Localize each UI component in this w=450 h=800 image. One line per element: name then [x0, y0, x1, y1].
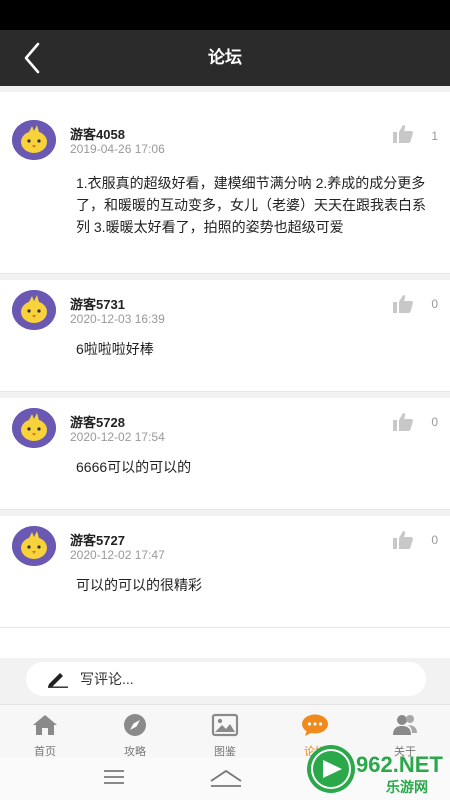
pencil-icon [48, 673, 68, 688]
top-nav-bar: 论坛 [0, 30, 450, 86]
like-button[interactable] [392, 412, 414, 432]
post-time: 2020-12-02 17:54 [70, 430, 165, 444]
post-content: 6啦啦啦好棒 [76, 341, 154, 357]
like-count: 0 [431, 415, 438, 429]
post-username[interactable]: 游客5731 [70, 294, 125, 313]
thumbs-up-icon [393, 125, 413, 143]
avatar [12, 120, 56, 160]
thumbs-up-icon [393, 531, 413, 549]
thumbs-up-icon [393, 413, 413, 431]
post-content: 6666可以的可以的 [76, 459, 192, 475]
comment-placeholder: 写评论... [80, 671, 134, 687]
tab-label: 攻略 [124, 746, 146, 758]
compass-icon [124, 714, 146, 736]
home-button-icon[interactable] [208, 768, 244, 788]
tab-label: 图鉴 [214, 746, 236, 758]
avatar [12, 526, 56, 566]
avatar [12, 290, 56, 330]
tab-gallery[interactable]: 图鉴 [180, 705, 270, 758]
forum-post: 游客4058 2019-04-26 17:06 1 1.衣服真的超级好看，建模细… [0, 92, 450, 274]
post-username[interactable]: 游客5728 [70, 412, 125, 431]
menu-icon[interactable] [102, 768, 126, 786]
like-count: 1 [431, 129, 438, 143]
comment-bar: 写评论... [0, 658, 450, 704]
chick-avatar-icon [12, 408, 56, 448]
post-username[interactable]: 游客5727 [70, 530, 125, 549]
status-bar [0, 0, 450, 30]
like-button[interactable] [392, 124, 414, 144]
chick-avatar-icon [12, 120, 56, 160]
forum-post: 游客5731 2020-12-03 16:39 0 6啦啦啦好棒 [0, 280, 450, 392]
tab-guide[interactable]: 攻略 [90, 705, 180, 758]
like-button[interactable] [392, 294, 414, 314]
like-button[interactable] [392, 530, 414, 550]
tab-label: 首页 [34, 746, 56, 758]
page-title: 论坛 [208, 48, 242, 67]
post-time: 2020-12-02 17:47 [70, 548, 165, 562]
post-content: 可以的可以的很精彩 [76, 577, 202, 593]
image-icon [211, 713, 239, 737]
thumbs-up-icon [393, 295, 413, 313]
forum-post: 游客5728 2020-12-02 17:54 0 6666可以的可以的 [0, 398, 450, 510]
forum-feed[interactable]: 游客4058 2019-04-26 17:06 1 1.衣服真的超级好看，建模细… [0, 86, 450, 658]
watermark: 962.NET 乐游网 [300, 738, 450, 800]
post-time: 2019-04-26 17:06 [70, 142, 165, 156]
forum-post: 游客5727 2020-12-02 17:47 0 可以的可以的很精彩 [0, 516, 450, 628]
watermark-subtext: 乐游网 [386, 779, 428, 796]
watermark-logo: 962.NET 乐游网 [307, 745, 443, 796]
like-count: 0 [431, 533, 438, 547]
watermark-text: 962.NET [356, 752, 443, 777]
tab-home[interactable]: 首页 [0, 705, 90, 758]
chick-avatar-icon [12, 290, 56, 330]
like-count: 0 [431, 297, 438, 311]
avatar [12, 408, 56, 448]
comment-input[interactable]: 写评论... [26, 662, 426, 696]
chat-icon [302, 714, 328, 736]
post-content: 1.衣服真的超级好看，建模细节满分呐 2.养成的成分更多了，和暖暖的互动变多，女… [76, 175, 426, 235]
chick-avatar-icon [12, 526, 56, 566]
post-username[interactable]: 游客4058 [70, 124, 125, 143]
home-icon [33, 715, 57, 735]
user-icon [393, 715, 417, 735]
post-time: 2020-12-03 16:39 [70, 312, 165, 326]
